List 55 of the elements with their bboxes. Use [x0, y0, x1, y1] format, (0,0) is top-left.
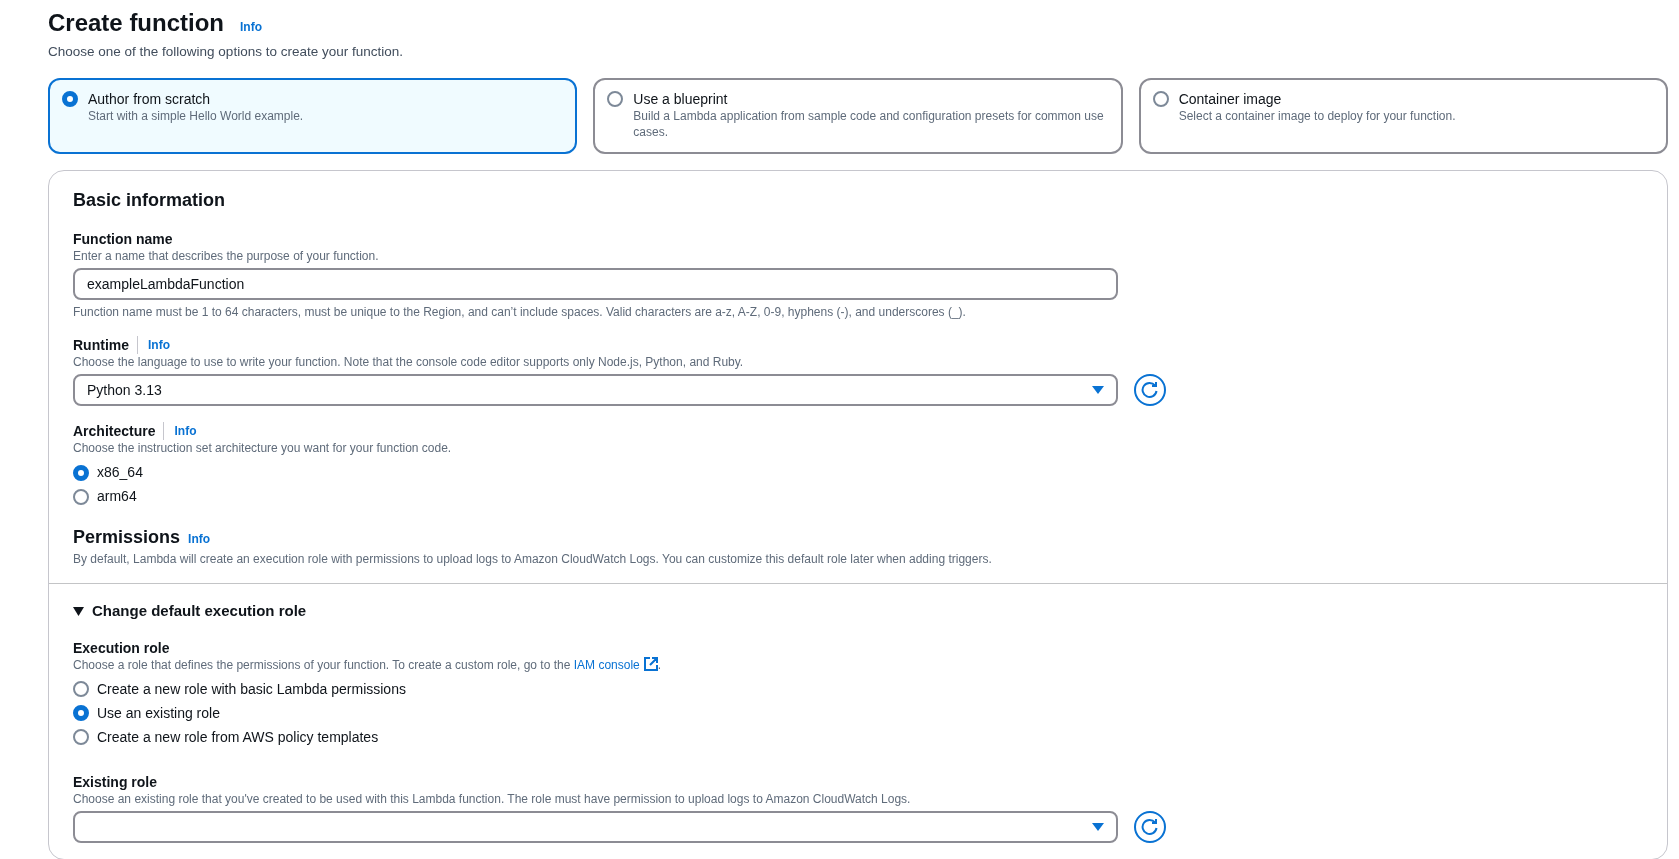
radio-label: Create a new role with basic Lambda permissions — [97, 679, 406, 699]
radio-label: x86_64 — [97, 463, 143, 483]
section-title: Basic information — [73, 189, 227, 213]
page-title: Create function — [48, 8, 224, 38]
field-label: Existing role — [73, 772, 158, 791]
dropdown-caret-icon — [1092, 822, 1104, 831]
field-description: Choose a role that defines the permissions of your function. To create a custom role, go to the IAM console . — [73, 656, 663, 673]
info-link[interactable]: Info — [174, 422, 197, 441]
radio-button[interactable] — [73, 705, 89, 722]
refresh-icon — [1141, 381, 1159, 400]
option-description: Select a container image to deploy for your function. — [1178, 108, 1456, 125]
page-description: Choose one of the following options to create your function. — [48, 43, 404, 61]
radio-label: Use an existing role — [97, 703, 220, 723]
field-constraint: Function name must be 1 to 64 characters, must be unique to the Region, and can’t include spaces. Valid characters are a-z, A-Z, 0-9, hyphens (-), and underscores (_). — [73, 304, 967, 321]
external-link-icon — [643, 656, 658, 671]
radio-button[interactable] — [73, 488, 89, 505]
radio-label: Create a new role from AWS policy templates — [97, 727, 379, 747]
refresh-button[interactable] — [1134, 810, 1166, 843]
radio-button[interactable] — [73, 464, 89, 481]
option-card[interactable]: Container image Select a container image to deploy for your function. — [1138, 78, 1668, 155]
field-description: Enter a name that describes the purpose of your function. — [73, 248, 380, 265]
radio-button[interactable] — [607, 91, 624, 108]
refresh-button[interactable] — [1134, 374, 1166, 407]
select-field[interactable] — [73, 810, 1118, 843]
option-card[interactable]: Use a blueprint Build a Lambda application from sample code and configuration presets for common use cases. — [593, 78, 1123, 155]
option-title: Use a blueprint — [633, 90, 729, 109]
option-card[interactable]: Author from scratch Start with a simple Hello World example. — [48, 78, 578, 155]
radio-button[interactable] — [73, 729, 89, 746]
option-description: Build a Lambda application from sample code and configuration presets for common use cases. — [633, 108, 1105, 141]
select-field[interactable]: Python 3.13 — [73, 374, 1118, 407]
info-link[interactable]: Info — [148, 336, 170, 355]
field-label: Function name — [73, 230, 173, 249]
expander-header[interactable]: Change default execution role — [73, 600, 1643, 623]
field-label: Execution role — [73, 638, 170, 657]
field-label: Runtime — [73, 336, 129, 355]
option-description: Start with a simple Hello World example. — [88, 108, 304, 125]
option-title: Author from scratch — [88, 90, 212, 109]
info-link[interactable]: Info — [188, 530, 211, 549]
info-link[interactable]: Info — [240, 18, 262, 36]
refresh-icon — [1141, 817, 1159, 836]
section-title: Permissions — [73, 526, 181, 550]
radio-label: arm64 — [97, 487, 137, 507]
field-description: Choose the instruction set architecture you want for your function code. — [73, 440, 453, 457]
field-label: Architecture — [73, 422, 156, 441]
field-description: Choose an existing role that you've created to be used with this Lambda function. The role must have permission to upload logs to Amazon CloudWatch Logs. — [73, 790, 912, 807]
external-link[interactable]: IAM console — [573, 657, 658, 672]
select-value: Python 3.13 — [87, 380, 162, 400]
option-title: Container image — [1178, 90, 1283, 109]
field-description: Choose the language to use to write your function. Note that the console code editor supports only Node.js, Python, and Ruby. — [73, 354, 745, 371]
radio-button[interactable] — [73, 681, 89, 698]
radio-button[interactable] — [62, 91, 78, 108]
section-description: By default, Lambda will create an execution role with permissions to upload logs to Amazon CloudWatch Logs. You can customize this default role later when adding triggers. — [73, 551, 993, 568]
radio-button[interactable] — [1152, 91, 1169, 108]
text-input[interactable]: exampleLambdaFunction — [73, 268, 1118, 301]
dropdown-caret-icon — [1092, 386, 1104, 395]
